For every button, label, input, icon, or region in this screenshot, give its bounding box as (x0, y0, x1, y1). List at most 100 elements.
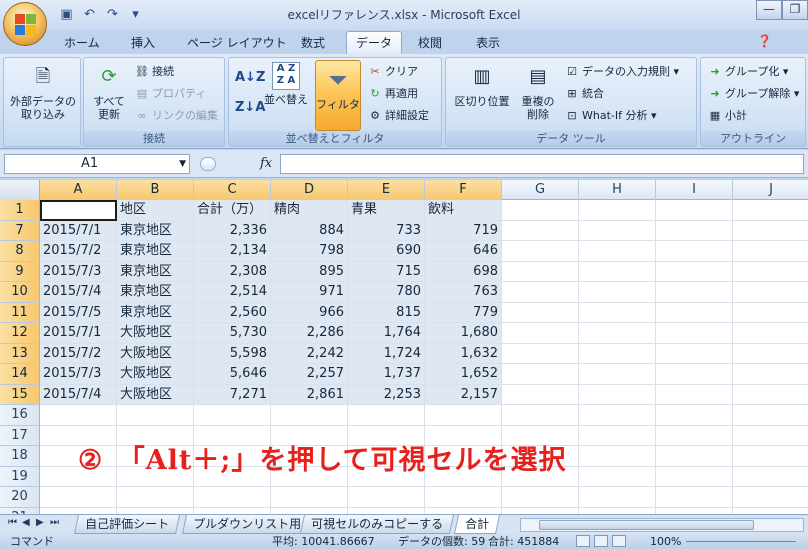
cell-i18[interactable] (656, 446, 733, 467)
cell-d1[interactable]: 精肉 (271, 200, 348, 221)
cell-h8[interactable] (579, 241, 656, 262)
cell-h19[interactable] (579, 466, 656, 487)
cell-g14[interactable] (502, 364, 579, 385)
cell-c8[interactable]: 2,134 (194, 241, 271, 262)
consolidate-button[interactable]: ⊞ 統合 (564, 84, 604, 104)
column-header-g[interactable]: G (502, 180, 579, 200)
cell-a11[interactable]: 2015/7/5 (40, 302, 117, 323)
cell-c7[interactable]: 2,336 (194, 220, 271, 241)
cell-d7[interactable]: 884 (271, 220, 348, 241)
sort-button[interactable]: A ZZ A 並べ替え (263, 62, 309, 106)
cell-c13[interactable]: 5,598 (194, 343, 271, 364)
cell-i17[interactable] (656, 425, 733, 446)
row-header[interactable]: 19 (0, 466, 40, 487)
cell-j15[interactable] (733, 385, 808, 405)
sheet-tab-total[interactable]: 合計 (453, 515, 501, 534)
cell-e7[interactable]: 733 (348, 220, 425, 241)
cell-f11[interactable]: 779 (425, 302, 502, 323)
cell-c1[interactable]: 合計（万） (194, 200, 271, 221)
column-header-h[interactable]: H (579, 180, 656, 200)
ungroup-button[interactable]: ➜ グループ解除 ▾ (707, 84, 799, 104)
connections-button[interactable]: ⛓ 接続 (134, 62, 174, 82)
zoom-level[interactable]: 100% (650, 534, 681, 549)
tab-page-layout[interactable]: ページ レイアウト (187, 34, 287, 51)
cell-e13[interactable]: 1,724 (348, 343, 425, 364)
cell-g20[interactable] (502, 487, 579, 508)
group-button[interactable]: ➜ グループ化 ▾ (707, 62, 788, 82)
spreadsheet-grid[interactable]: ABCDEFGHIJ 1 地区 合計（万） 精肉 青果 飲料 7 2015/7/1 東京地区 2,… (0, 180, 808, 514)
row-header[interactable]: 17 (0, 425, 40, 446)
row-header[interactable]: 13 (0, 343, 40, 364)
select-all-corner[interactable] (0, 180, 40, 200)
cell-a8[interactable]: 2015/7/2 (40, 241, 117, 262)
cell-h10[interactable] (579, 282, 656, 303)
cell-a20[interactable] (40, 487, 117, 508)
cell-j12[interactable] (733, 323, 808, 344)
zoom-slider[interactable] (686, 541, 796, 542)
advanced-filter-button[interactable]: ⚙ 詳細設定 (367, 106, 429, 126)
column-header-e[interactable]: E (348, 180, 425, 200)
cell-f8[interactable]: 646 (425, 241, 502, 262)
cell-j7[interactable] (733, 221, 808, 241)
tab-formulas[interactable]: 数式 (301, 34, 325, 51)
cell-i8[interactable] (656, 241, 733, 262)
reapply-button[interactable]: ↻ 再適用 (367, 84, 418, 104)
horizontal-scroll-thumb[interactable] (539, 520, 754, 530)
cell-a9[interactable]: 2015/7/3 (40, 261, 117, 282)
name-box[interactable]: A1 ▼ (4, 154, 190, 174)
cell-j16[interactable] (733, 405, 808, 426)
tab-data[interactable]: データ (346, 31, 403, 55)
cell-g9[interactable] (502, 261, 579, 282)
page-break-view-icon[interactable] (612, 535, 626, 547)
cell-b11[interactable]: 東京地区 (117, 302, 194, 323)
cell-e1[interactable]: 青果 (348, 200, 425, 221)
clear-filter-button[interactable]: ✂ クリア (367, 62, 418, 82)
cell-b15[interactable]: 大阪地区 (117, 384, 194, 405)
cell-b9[interactable]: 東京地区 (117, 261, 194, 282)
cell-h18[interactable] (579, 446, 656, 467)
prev-sheet-icon[interactable]: ◀ (22, 517, 30, 528)
cell-c12[interactable]: 5,730 (194, 323, 271, 344)
tab-review[interactable]: 校閲 (418, 34, 442, 51)
cell-a1[interactable] (40, 200, 117, 221)
restore-button[interactable]: ❐ (782, 0, 808, 20)
office-button[interactable] (3, 2, 47, 46)
last-sheet-icon[interactable]: ⏭ (50, 517, 59, 528)
row-header[interactable]: 18 (0, 446, 40, 467)
cell-e11[interactable]: 815 (348, 302, 425, 323)
row-header[interactable]: 20 (0, 487, 40, 508)
cell-b12[interactable]: 大阪地区 (117, 323, 194, 344)
cell-j19[interactable] (733, 467, 808, 487)
row-header[interactable]: 16 (0, 405, 40, 426)
cell-j13[interactable] (733, 344, 808, 364)
row-header[interactable]: 7 (0, 220, 40, 241)
sheet-tab-dropdown-list[interactable]: プルダウンリスト用 (181, 515, 313, 534)
cell-a12[interactable]: 2015/7/1 (40, 323, 117, 344)
cell-d11[interactable]: 966 (271, 302, 348, 323)
row-header[interactable]: 14 (0, 364, 40, 385)
formula-input[interactable] (280, 154, 804, 174)
cell-j9[interactable] (733, 262, 808, 282)
cell-b20[interactable] (117, 487, 194, 508)
cell-e9[interactable]: 715 (348, 261, 425, 282)
cell-b8[interactable]: 東京地区 (117, 241, 194, 262)
cell-i20[interactable] (656, 487, 733, 508)
cell-e16[interactable] (348, 405, 425, 426)
cell-b14[interactable]: 大阪地区 (117, 364, 194, 385)
column-header-f[interactable]: F (425, 180, 502, 200)
normal-view-icon[interactable] (576, 535, 590, 547)
minimize-button[interactable]: — (756, 0, 782, 20)
tab-insert[interactable]: 挿入 (131, 34, 155, 51)
cell-g12[interactable] (502, 323, 579, 344)
fx-icon[interactable]: fx (260, 156, 272, 171)
column-header-i[interactable]: I (656, 180, 733, 200)
what-if-button[interactable]: ⊡ What-If 分析 ▾ (564, 106, 656, 126)
cell-g1[interactable] (502, 200, 579, 221)
cell-i1[interactable] (656, 200, 733, 221)
cell-i10[interactable] (656, 282, 733, 303)
cell-c10[interactable]: 2,514 (194, 282, 271, 303)
cell-f14[interactable]: 1,652 (425, 364, 502, 385)
refresh-all-button[interactable]: ⟳ すべて 更新 (87, 62, 131, 121)
cell-j11[interactable] (733, 303, 808, 323)
cell-c11[interactable]: 2,560 (194, 302, 271, 323)
